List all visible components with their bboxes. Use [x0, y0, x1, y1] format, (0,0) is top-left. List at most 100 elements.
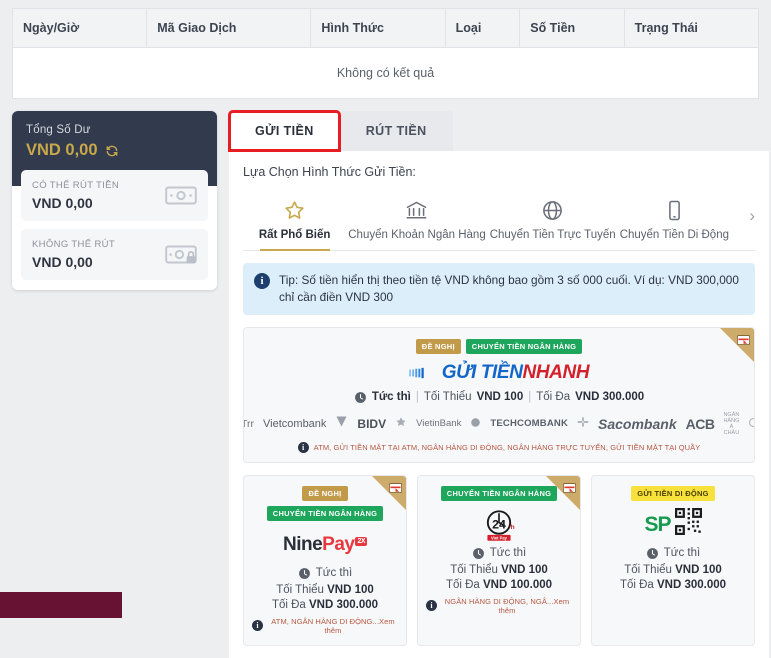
- non-withdrawable-balance-card: KHÔNG THỂ RÚT VND 0,00: [21, 229, 208, 280]
- vietpay-speed: Tức thì: [489, 547, 527, 560]
- vietpay-max-label: Tối Đa: [445, 578, 480, 591]
- bank-logo-vietinbank: VietinBank: [416, 418, 462, 430]
- vietpay-max-row: Tối Đa VND 100.000: [426, 579, 572, 591]
- tab-deposit[interactable]: GỬI TIỀN: [228, 110, 341, 152]
- meta-separator-2: |: [528, 391, 532, 404]
- bidv-mark-icon: [395, 415, 407, 433]
- sp-max-row: Tối Đa VND 300.000: [600, 579, 746, 591]
- bank-logo-techcombank: TECHCOMBANK: [490, 418, 569, 430]
- banknote-icon: [165, 185, 197, 206]
- logo-bars-icon: [409, 364, 435, 383]
- bank-logo-sacombank: Sacombank: [598, 415, 677, 432]
- column-header-status: Trạng Thái: [624, 8, 759, 48]
- techcombank-mark-icon: [577, 415, 589, 433]
- info-icon: i: [297, 441, 309, 453]
- bank-logo-acb: ACB: [685, 415, 715, 432]
- sp-min-value: VND 100: [675, 563, 722, 576]
- star-icon: [245, 197, 344, 223]
- featured-footnote-row: i ATM, GỬI TIỀN MẶT TẠI ATM, NGÂN HÀNG D…: [254, 441, 744, 453]
- column-header-txn-id: Mã Giao Dịch: [146, 8, 312, 48]
- bank-logo-vietcombank: Vietcombank: [263, 417, 327, 430]
- qr-code-icon: [674, 508, 702, 541]
- card-ribbon-icon: [737, 332, 750, 346]
- featured-min-value: VND 100: [476, 391, 524, 404]
- deposit-withdraw-tabs: GỬI TIỀN RÚT TIỀN: [228, 110, 769, 152]
- column-header-amount: Số Tiền: [519, 8, 625, 48]
- ninepay-max-row: Tối Đa VND 300.000: [252, 599, 398, 611]
- svg-text:24: 24: [492, 517, 506, 531]
- category-mobile-transfer-label: Chuyển Tiền Di Động: [619, 229, 729, 241]
- category-bank-transfer-label: Chuyển Khoản Ngân Hàng: [348, 229, 486, 241]
- tab-withdraw[interactable]: RÚT TIỀN: [339, 111, 453, 151]
- method-card-24h-vietpay[interactable]: CHUYỂN TIỀN NGÂN HÀNG 24 h Viet Pay Tức …: [417, 474, 581, 646]
- category-bank-transfer[interactable]: Chuyển Khoản Ngân Hàng: [346, 193, 487, 250]
- withdrawable-label: CÓ THỂ RÚT TIỀN: [32, 180, 120, 191]
- meta-separator-1: |: [415, 391, 419, 404]
- refresh-icon[interactable]: [105, 144, 119, 158]
- method-card-sp[interactable]: GỬI TIỀN DI ĐỘNG SP Tức thì Tối Thiểu VN…: [591, 474, 755, 646]
- transaction-table: Ngày/Giờ Mã Giao Dịch Hình Thức Loại Số …: [12, 8, 759, 99]
- featured-max-value: VND 300.000: [575, 391, 645, 404]
- tip-banner: i Tip: Số tiền hiển thị theo tiền tệ VND…: [243, 263, 755, 316]
- column-header-datetime: Ngày/Giờ: [12, 8, 148, 48]
- clock-icon: [646, 547, 659, 560]
- category-mobile-transfer[interactable]: Chuyển Tiền Di Động: [618, 193, 731, 250]
- badge-bank-transfer: CHUYỂN TIỀN NGÂN HÀNG: [266, 505, 384, 521]
- ninepay-min-row: Tối Thiểu VND 100: [252, 584, 398, 596]
- ninepay-max-label: Tối Đa: [271, 598, 306, 611]
- withdrawable-balance-card: CÓ THỂ RÚT TIỀN VND 0,00: [21, 170, 208, 221]
- tip-text: Tip: Số tiền hiển thị theo tiền tệ VND k…: [279, 273, 739, 305]
- category-online-transfer[interactable]: Chuyển Tiền Trực Tuyến: [488, 193, 618, 250]
- sp-logo-text: SP: [644, 512, 671, 536]
- supported-banks-row: iTrr Vietcombank BIDV VietinBank TECHCOM…: [244, 412, 754, 436]
- ninepay-footnote-row[interactable]: i ATM, NGÂN HÀNG DI ĐỘNG...Xem thêm: [252, 617, 398, 635]
- non-withdrawable-value: VND 0,00: [32, 254, 93, 270]
- clock-icon: [298, 567, 311, 580]
- deposit-category-strip: Rất Phổ Biến Chuyển Khoản Ngân Hàng Chuy…: [243, 193, 755, 251]
- globe-icon: [490, 197, 616, 223]
- featured-max-label: Tối Đa: [536, 391, 571, 404]
- clock-icon: [472, 547, 485, 560]
- table-header-row: Ngày/Giờ Mã Giao Dịch Hình Thức Loại Số …: [12, 8, 759, 48]
- sp-speed-row: Tức thì: [600, 547, 746, 560]
- main-content: Tổng Số Dư VND 0,00 CÓ THỂ RÚT TIỀN VND …: [0, 99, 771, 658]
- card-ribbon-icon: [389, 480, 402, 493]
- vietpay-min-value: VND 100: [501, 563, 548, 576]
- badge-mobile-deposit: GỬI TIỀN DI ĐỘNG: [631, 485, 715, 501]
- info-icon: i: [254, 273, 270, 289]
- vietinbank-mark-icon: [470, 415, 481, 433]
- column-header-method: Hình Thức: [310, 8, 446, 48]
- ninepay-max-value: VND 300.000: [309, 598, 379, 611]
- chevron-right-icon[interactable]: ›: [749, 207, 755, 224]
- sp-speed: Tức thì: [663, 547, 701, 560]
- vietpay-footnote: NGÂN HÀNG DI ĐỘNG, NGÂ...Xem thêm: [444, 596, 570, 615]
- deposit-panel-body: Lựa Chọn Hình Thức Gửi Tiền: Rất Phổ Biế…: [229, 151, 769, 658]
- sp-min-label: Tối Thiểu: [624, 563, 672, 576]
- method-card-ninepay[interactable]: ĐỀ NGHỊ CHUYỂN TIỀN NGÂN HÀNG NinePay2X: [243, 474, 407, 646]
- vietcombank-mark-icon: [335, 415, 348, 433]
- vietpay-footnote-row[interactable]: i NGÂN HÀNG DI ĐỘNG, NGÂ...Xem thêm: [426, 597, 572, 615]
- bank-icon: [348, 197, 485, 223]
- method-card-grid: ĐỀ NGHỊ CHUYỂN TIỀN NGÂN HÀNG NinePay2X: [243, 474, 755, 646]
- deposit-panel: GỬI TIỀN RÚT TIỀN Lựa Chọn Hình Thức Gửi…: [228, 110, 769, 658]
- ninepay-logo: NinePay 2X: [252, 528, 398, 562]
- vietpay-logo: 24 h Viet Pay: [426, 508, 572, 542]
- total-balance-label: Tổng Số Dư: [26, 124, 91, 136]
- svg-text:h: h: [511, 524, 515, 531]
- category-most-popular[interactable]: Rất Phổ Biến: [243, 193, 346, 251]
- ninepay-min-value: VND 100: [327, 583, 374, 596]
- withdrawable-value: VND 0,00: [32, 195, 93, 211]
- bank-logo-agribank: iTrr: [244, 417, 255, 430]
- info-icon: i: [426, 600, 437, 612]
- mobile-icon: [620, 197, 729, 223]
- sp-max-value: VND 300.000: [657, 578, 727, 591]
- ninepay-logo-accent: Pay: [322, 534, 355, 556]
- featured-method-card[interactable]: ĐỀ NGHỊ CHUYỂN TIỀN NGÂN HÀNG GỬI TIỀNNH…: [243, 327, 755, 463]
- featured-logo-primary: GỬI TIỀN: [441, 362, 523, 384]
- category-most-popular-label: Rất Phổ Biến: [258, 229, 331, 241]
- total-balance-value-row: VND 0,00: [26, 141, 203, 160]
- badge-recommended: ĐỀ NGHỊ: [302, 485, 348, 501]
- vietpay-speed-row: Tức thì: [426, 547, 572, 560]
- featured-meta: Tức thì | Tối Thiểu VND 100 | Tối Đa VND…: [254, 391, 744, 404]
- ninepay-min-label: Tối Thiểu: [276, 583, 324, 596]
